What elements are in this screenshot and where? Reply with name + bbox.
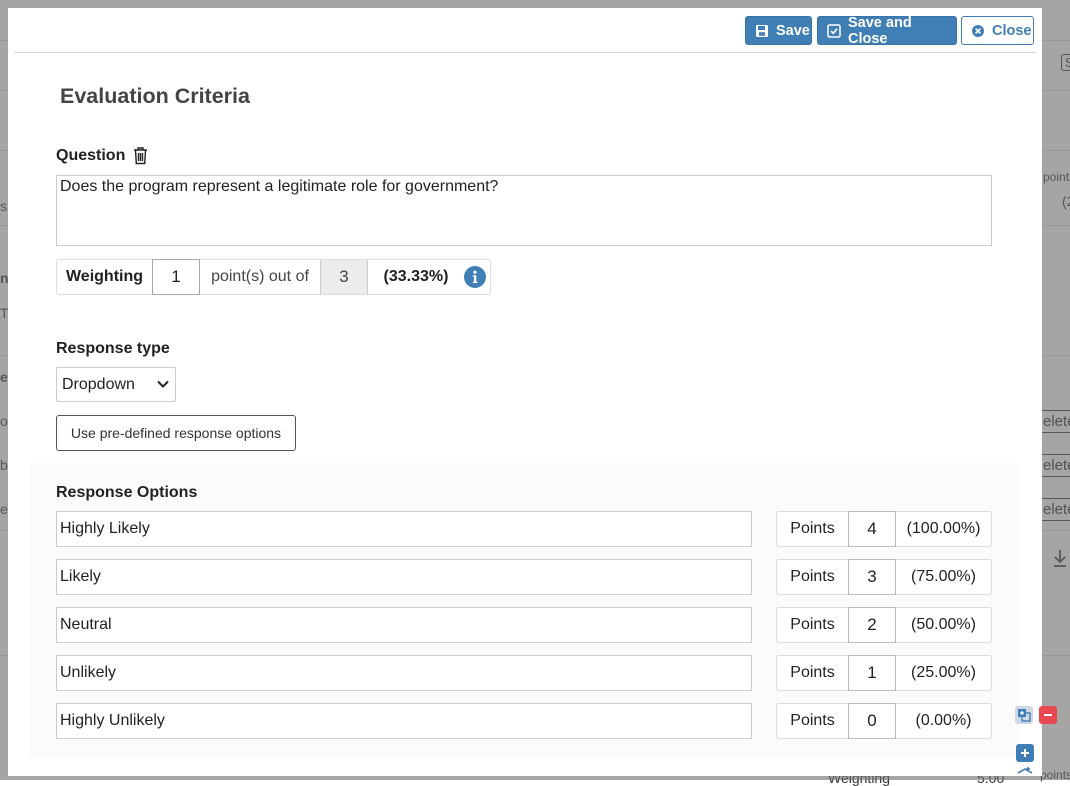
points-percent: (100.00%) (906, 520, 981, 537)
close-label: Close (992, 22, 1032, 39)
weighting-input[interactable]: 1 (152, 259, 200, 295)
points-percent: (50.00%) (911, 616, 976, 633)
add-branch-icon[interactable] (1016, 764, 1034, 785)
weighting-percent: (33.33%) (383, 268, 449, 285)
points-input[interactable]: 3 (848, 559, 896, 595)
floppy-disk-icon (755, 24, 769, 38)
modal-header: Save Save and Close Close (14, 8, 1036, 53)
checkbox-icon (827, 23, 841, 38)
page-title: Evaluation Criteria (60, 84, 250, 108)
response-option-text-input[interactable]: Likely (56, 559, 752, 595)
response-type-label: Response type (56, 340, 170, 357)
weighting-label: Weighting (65, 268, 144, 285)
copy-option-icon[interactable] (1015, 706, 1033, 724)
response-option-text-input[interactable]: Highly Likely (56, 511, 752, 547)
points-percent: (25.00%) (911, 664, 976, 681)
add-option-icon[interactable] (1016, 744, 1034, 762)
save-button[interactable]: Save (745, 16, 812, 45)
points-input[interactable]: 1 (848, 655, 896, 691)
question-label: Question (56, 147, 126, 164)
save-and-close-label: Save and Close (848, 14, 912, 47)
evaluation-criteria-modal: Save Save and Close Close Evaluation Cri… (8, 8, 1042, 776)
save-label: Save (776, 22, 810, 39)
trash-icon[interactable] (132, 146, 149, 170)
response-option-points-group: Points 4 (100.00%) (776, 511, 992, 547)
points-input[interactable]: 2 (848, 607, 896, 643)
points-label: Points (790, 712, 835, 729)
points-label: Points (790, 616, 835, 633)
response-options-label: Response Options (56, 484, 198, 501)
close-circle-icon (971, 24, 985, 38)
points-input[interactable]: 4 (848, 511, 896, 547)
use-predefined-options-button[interactable]: Use pre-defined response options (56, 415, 296, 451)
response-option-text-input[interactable]: Highly Unlikely (56, 703, 752, 739)
points-percent: (0.00%) (915, 712, 972, 729)
question-textarea[interactable]: Does the program represent a legitimate … (56, 175, 992, 246)
response-type-select[interactable]: Dropdown (56, 367, 176, 402)
response-option-points-group: Points 1 (25.00%) (776, 655, 992, 691)
points-input[interactable]: 0 (848, 703, 896, 739)
response-option-text-input[interactable]: Unlikely (56, 655, 752, 691)
info-icon[interactable] (464, 260, 490, 294)
points-label: Points (790, 568, 835, 585)
close-button[interactable]: Close (961, 16, 1034, 45)
chevron-down-icon (156, 376, 170, 394)
response-option-points-group: Points 2 (50.00%) (776, 607, 992, 643)
points-percent: (75.00%) (911, 568, 976, 585)
response-option-text-input[interactable]: Neutral (56, 607, 752, 643)
response-option-points-group: Points 3 (75.00%) (776, 559, 992, 595)
save-and-close-button[interactable]: Save and Close (817, 14, 957, 47)
points-label: Points (790, 520, 835, 537)
remove-option-icon[interactable] (1039, 706, 1057, 724)
points-label: Points (790, 664, 835, 681)
weighting-group: Weighting 1 point(s) out of 3 (33.33%) (56, 259, 491, 295)
response-type-value: Dropdown (62, 375, 135, 393)
total-points-field: 3 (320, 260, 368, 294)
response-option-points-group: Points 0 (0.00%) (776, 703, 992, 739)
out-of-label: point(s) out of (211, 268, 309, 285)
